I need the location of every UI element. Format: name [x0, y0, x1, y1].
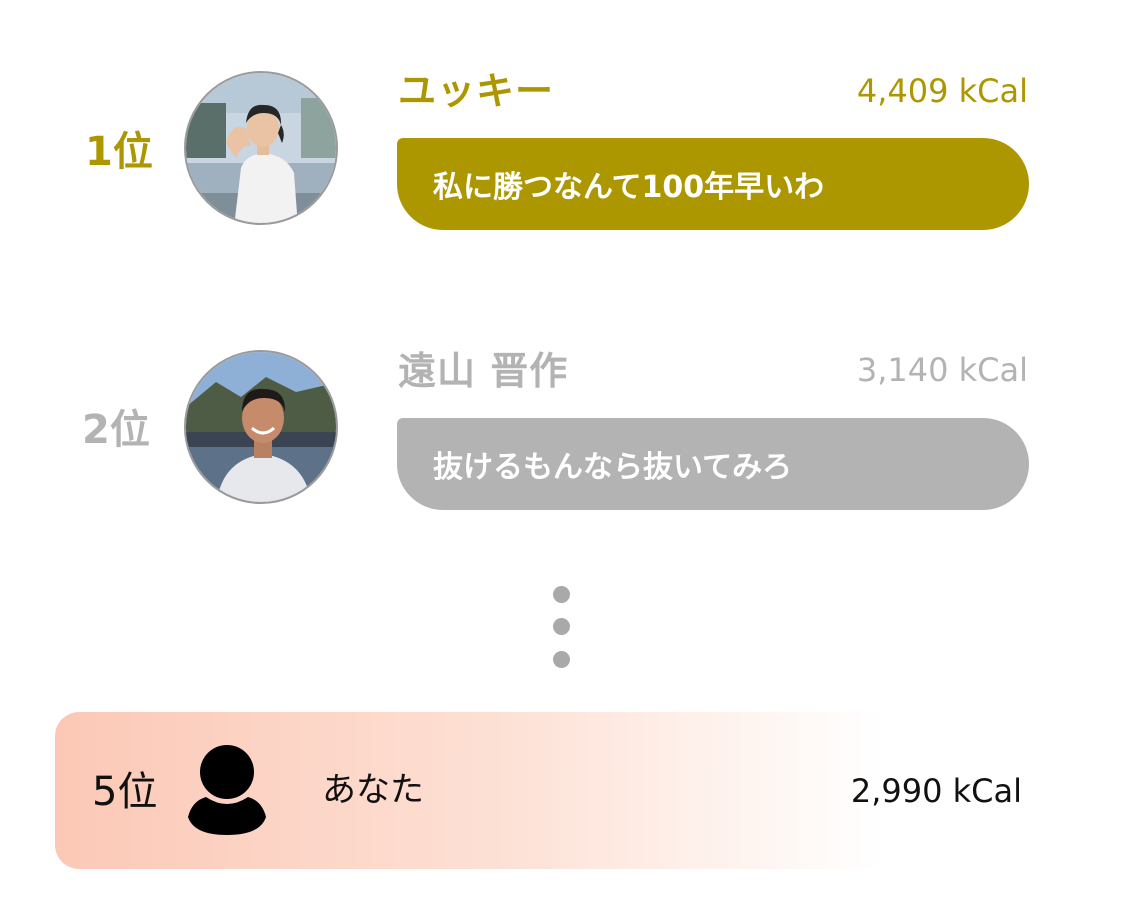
- ellipsis-dot: [553, 651, 570, 668]
- message-bubble: 私に勝つなんて100年早いわ: [397, 138, 1029, 230]
- rank-label: 1位: [85, 129, 153, 175]
- kcal-value: 3,140 kCal: [856, 351, 1028, 389]
- user-photo-woman-icon: [186, 73, 336, 223]
- user-avatar-1[interactable]: [184, 71, 338, 225]
- my-kcal-value: 2,990 kCal: [850, 772, 1022, 810]
- user-avatar-2[interactable]: [184, 350, 338, 504]
- my-rank-label: 5位: [92, 769, 158, 815]
- ellipsis-dot: [553, 618, 570, 635]
- my-name: あなた: [322, 770, 424, 810]
- message-text: 私に勝つなんて100年早いわ: [433, 170, 825, 205]
- rank-label: 2位: [82, 407, 150, 453]
- person-icon: [186, 745, 268, 841]
- user-name: ユッキー: [398, 69, 555, 113]
- ellipsis-dot: [553, 586, 570, 603]
- message-text: 抜けるもんなら抜いてみろ: [433, 450, 793, 485]
- user-photo-man-icon: [186, 352, 336, 502]
- kcal-value: 4,409 kCal: [856, 72, 1028, 110]
- user-name: 遠山 晋作: [398, 349, 569, 393]
- message-bubble: 抜けるもんなら抜いてみろ: [397, 418, 1029, 510]
